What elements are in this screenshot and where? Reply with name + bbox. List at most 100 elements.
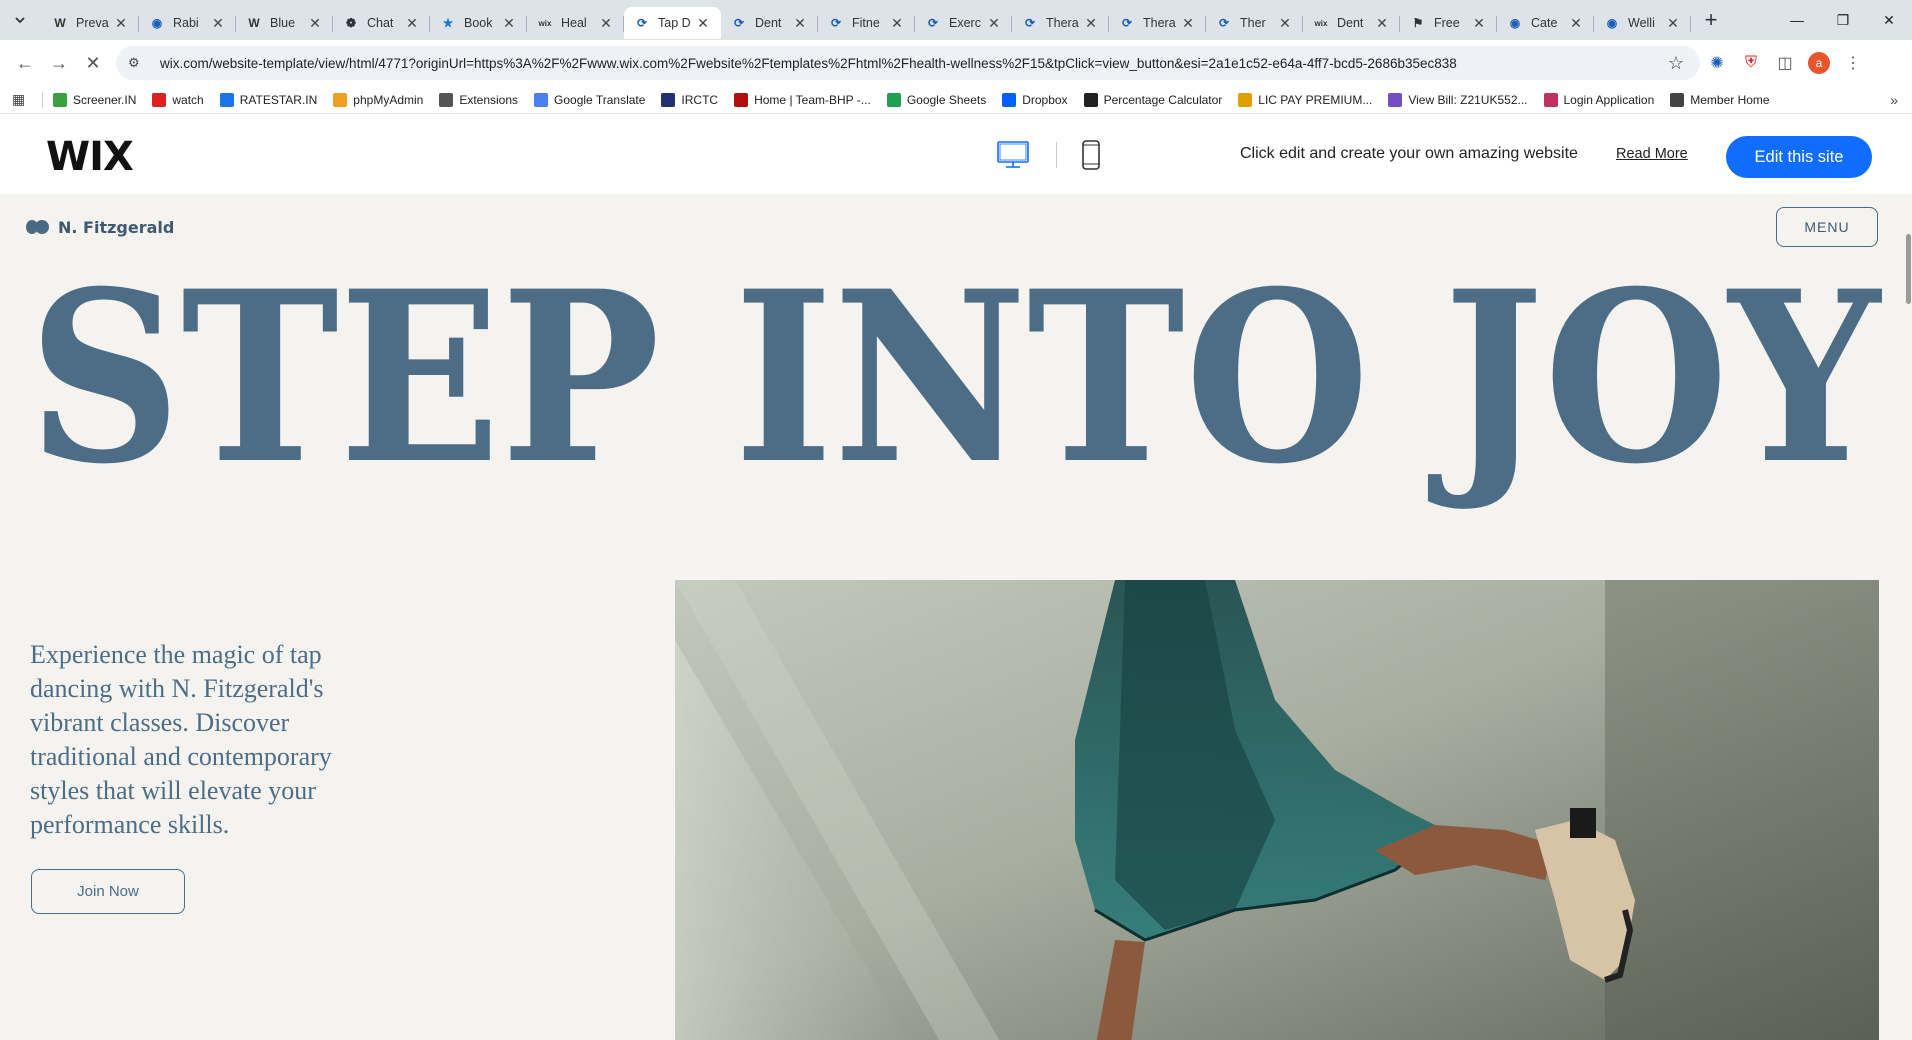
tab-close-icon[interactable]: ✕ bbox=[1471, 15, 1487, 32]
profile-avatar[interactable]: a bbox=[1802, 46, 1836, 80]
back-icon[interactable]: ← bbox=[8, 46, 42, 80]
bookmark-favicon-icon bbox=[1083, 92, 1098, 107]
desktop-view-icon[interactable] bbox=[997, 141, 1029, 169]
tab-close-icon[interactable]: ✕ bbox=[1083, 15, 1099, 32]
menu-button[interactable]: MENU bbox=[1776, 207, 1878, 247]
browser-tab[interactable]: ⟳ Fitne ✕ bbox=[818, 7, 915, 39]
extensions-puzzle-icon[interactable]: ◫ bbox=[1768, 46, 1802, 80]
browser-tab[interactable]: ◉ Welli ✕ bbox=[1594, 7, 1691, 39]
read-more-link[interactable]: Read More bbox=[1616, 146, 1688, 162]
wix-logo[interactable]: WIX bbox=[46, 134, 134, 180]
bookmark-item[interactable]: View Bill: Z21UK552... bbox=[1388, 92, 1528, 107]
bookmark-label: Login Application bbox=[1563, 92, 1655, 107]
bookmark-item[interactable]: Screener.IN bbox=[53, 92, 136, 107]
tab-title: Preva bbox=[76, 16, 109, 30]
bookmark-item[interactable]: Home | Team-BHP -... bbox=[734, 92, 871, 107]
forward-icon[interactable]: → bbox=[42, 46, 76, 80]
tab-close-icon[interactable]: ✕ bbox=[695, 15, 711, 32]
bookmark-item[interactable]: LIC PAY PREMIUM... bbox=[1238, 92, 1372, 107]
browser-tab[interactable]: ★ Book ✕ bbox=[430, 7, 527, 39]
browser-tab[interactable]: ⟳ Ther ✕ bbox=[1206, 7, 1303, 39]
site-info-icon[interactable]: ⚙ bbox=[128, 55, 148, 71]
tab-title: Thera bbox=[1046, 16, 1079, 30]
tab-close-icon[interactable]: ✕ bbox=[1568, 15, 1584, 32]
wikipedia-icon: W bbox=[248, 16, 260, 30]
tab-close-icon[interactable]: ✕ bbox=[1665, 15, 1681, 32]
bookmark-label: Percentage Calculator bbox=[1103, 92, 1223, 107]
tab-close-icon[interactable]: ✕ bbox=[307, 15, 323, 32]
edit-this-site-button[interactable]: Edit this site bbox=[1726, 136, 1872, 178]
bookmark-label: phpMyAdmin bbox=[353, 92, 424, 107]
minimize-icon[interactable]: — bbox=[1774, 0, 1820, 40]
browser-tab[interactable]: ⟳ Thera ✕ bbox=[1109, 7, 1206, 39]
tab-close-icon[interactable]: ✕ bbox=[1277, 15, 1293, 32]
bookmark-item[interactable]: RATESTAR.IN bbox=[219, 92, 317, 107]
tab-title: Chat bbox=[367, 16, 394, 30]
browser-tab[interactable]: ⟳ Tap D ✕ bbox=[624, 7, 721, 39]
scrollbar-thumb[interactable] bbox=[1906, 234, 1911, 304]
bookmark-favicon-icon bbox=[534, 92, 549, 107]
bookmark-item[interactable]: Extensions bbox=[439, 92, 518, 107]
tab-title: Dent bbox=[755, 16, 782, 30]
bookmark-star-icon[interactable]: ☆ bbox=[1664, 53, 1688, 74]
browser-tab[interactable]: W Blue ✕ bbox=[236, 7, 333, 39]
site-brand[interactable]: N. Fitzgerald bbox=[26, 218, 174, 237]
bookmark-item[interactable]: Google Translate bbox=[534, 92, 645, 107]
globe-icon: ◉ bbox=[151, 16, 163, 30]
browser-tab[interactable]: ⟳ Exerc ✕ bbox=[915, 7, 1012, 39]
browser-tab[interactable]: ◉ Rabi ✕ bbox=[139, 7, 236, 39]
tab-close-icon[interactable]: ✕ bbox=[889, 15, 905, 32]
browser-tab[interactable]: W Preva ✕ bbox=[42, 7, 139, 39]
bookmark-item[interactable]: Percentage Calculator bbox=[1083, 92, 1223, 107]
tab-close-icon[interactable]: ✕ bbox=[1374, 15, 1390, 32]
join-now-button[interactable]: Join Now bbox=[31, 869, 185, 914]
tab-search-icon[interactable] bbox=[8, 8, 32, 32]
tab-close-icon[interactable]: ✕ bbox=[404, 15, 420, 32]
mobile-view-icon[interactable] bbox=[1080, 140, 1102, 170]
url-text[interactable]: wix.com/website-template/view/html/4771?… bbox=[160, 56, 1664, 71]
browser-tab[interactable]: ◉ Cate ✕ bbox=[1497, 7, 1594, 39]
apps-grid-icon[interactable]: ▦ bbox=[12, 91, 32, 108]
hero-headline-svg: STEP INTO JOY bbox=[28, 240, 1882, 516]
bookmarks-divider bbox=[42, 91, 43, 108]
loading-icon: ⟳ bbox=[1218, 16, 1230, 30]
browser-tab[interactable]: ❁ Chat ✕ bbox=[333, 7, 430, 39]
tab-close-icon[interactable]: ✕ bbox=[210, 15, 226, 32]
tab-close-icon[interactable]: ✕ bbox=[1180, 15, 1196, 32]
shield-icon[interactable]: ⛨ bbox=[1734, 46, 1768, 80]
bookmark-item[interactable]: phpMyAdmin bbox=[333, 92, 424, 107]
bookmark-item[interactable]: IRCTC bbox=[661, 92, 718, 107]
new-tab-button[interactable]: + bbox=[1697, 6, 1725, 34]
browser-tab[interactable]: ⟳ Dent ✕ bbox=[721, 7, 818, 39]
window-controls: — ❐ ✕ bbox=[1774, 0, 1912, 40]
wikipedia-icon: W bbox=[54, 16, 66, 30]
tab-close-icon[interactable]: ✕ bbox=[113, 15, 129, 32]
restore-icon[interactable]: ❐ bbox=[1820, 0, 1866, 40]
stop-loading-icon[interactable]: ✕ bbox=[76, 46, 110, 80]
bookmark-item[interactable]: watch bbox=[152, 92, 204, 107]
page-scrollbar[interactable] bbox=[1904, 198, 1912, 1038]
tab-close-icon[interactable]: ✕ bbox=[792, 15, 808, 32]
bookmark-item[interactable]: Login Application bbox=[1543, 92, 1655, 107]
hero-headline-wrap: STEP INTO JOY bbox=[0, 240, 1912, 516]
loading-icon: ⟳ bbox=[636, 16, 648, 30]
bookmark-item[interactable]: Dropbox bbox=[1002, 92, 1068, 107]
wix-preview-bar: WIX Click edit and create your own amazi… bbox=[0, 114, 1912, 194]
address-bar[interactable]: ⚙ wix.com/website-template/view/html/477… bbox=[116, 46, 1700, 80]
close-window-icon[interactable]: ✕ bbox=[1866, 0, 1912, 40]
more-bookmarks-icon[interactable]: » bbox=[1890, 92, 1898, 108]
bookmark-favicon-icon bbox=[734, 92, 749, 107]
extension-icon[interactable]: ✺ bbox=[1700, 46, 1734, 80]
tab-close-icon[interactable]: ✕ bbox=[501, 15, 517, 32]
bookmark-item[interactable]: Member Home bbox=[1670, 92, 1770, 107]
tab-close-icon[interactable]: ✕ bbox=[598, 15, 614, 32]
globe-icon: ◉ bbox=[1606, 16, 1618, 30]
more-menu-icon[interactable]: ⋮ bbox=[1836, 46, 1870, 80]
tab-close-icon[interactable]: ✕ bbox=[986, 15, 1002, 32]
browser-tab[interactable]: wix Heal ✕ bbox=[527, 7, 624, 39]
browser-tab[interactable]: wix Dent ✕ bbox=[1303, 7, 1400, 39]
browser-tab[interactable]: ⟳ Thera ✕ bbox=[1012, 7, 1109, 39]
browser-tab[interactable]: ⚑ Free ✕ bbox=[1400, 7, 1497, 39]
bookmark-item[interactable]: Google Sheets bbox=[886, 92, 986, 107]
bookmark-favicon-icon bbox=[661, 92, 676, 107]
